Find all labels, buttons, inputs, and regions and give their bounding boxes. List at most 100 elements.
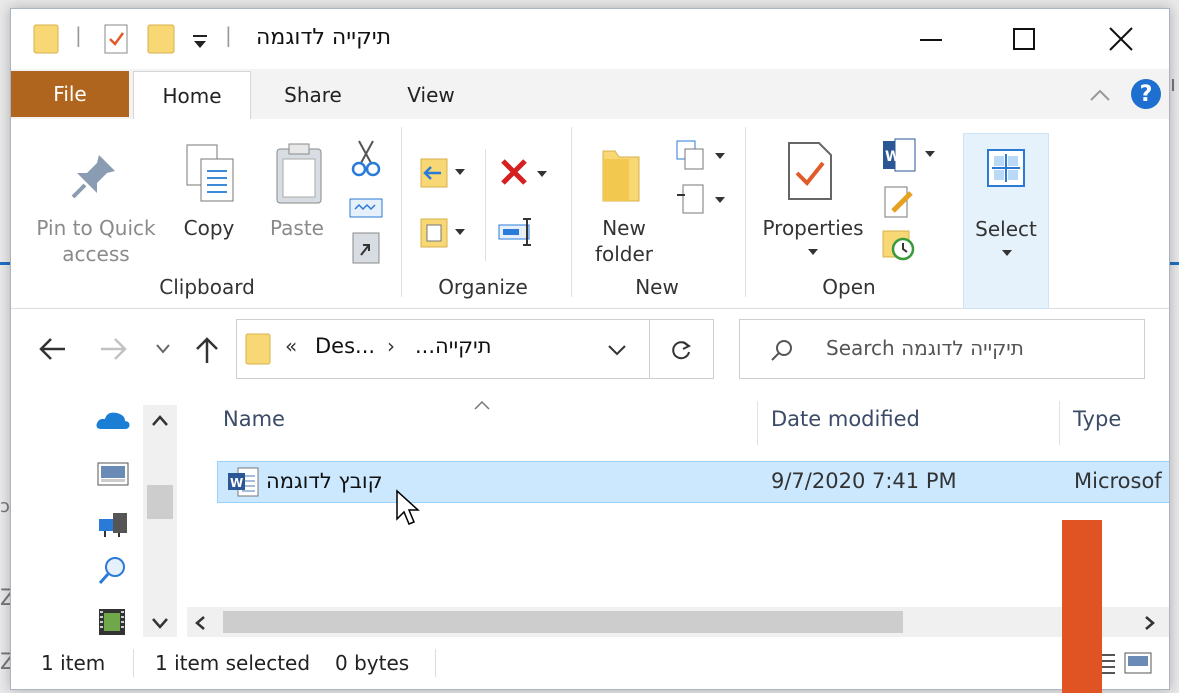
status-selected-size: 0 bytes: [335, 651, 410, 675]
maximize-button[interactable]: [976, 9, 1072, 69]
edit-icon[interactable]: [881, 185, 917, 219]
onedrive-icon[interactable]: [95, 409, 131, 433]
maximize-icon: [1013, 28, 1035, 50]
navigation-bar: « Des... › ...תיקייה Search תיקייה לדוגמ…: [11, 309, 1169, 389]
tab-home[interactable]: Home: [133, 71, 251, 119]
desktop-icon[interactable]: [97, 461, 129, 487]
forward-arrow-icon[interactable]: [99, 337, 129, 361]
copy-icon: [186, 144, 234, 202]
help-icon[interactable]: ?: [1131, 79, 1161, 109]
large-icons-view-icon[interactable]: [1123, 651, 1153, 675]
status-item-count: 1 item: [41, 651, 106, 675]
scroll-right-arrow-icon[interactable]: [1143, 615, 1157, 631]
column-date-modified[interactable]: Date modified: [771, 407, 920, 431]
nav-pane-scrollbar[interactable]: [143, 405, 177, 641]
tab-view[interactable]: View: [381, 71, 481, 119]
copy-button[interactable]: Copy: [171, 215, 247, 241]
properties-dropdown-icon[interactable]: [807, 247, 819, 257]
select-grid-icon: [987, 149, 1025, 187]
close-icon: [1109, 27, 1133, 51]
status-divider: [435, 649, 436, 677]
svg-text:W: W: [230, 476, 243, 490]
address-dropdown-icon[interactable]: [607, 344, 627, 358]
column-divider[interactable]: [757, 401, 758, 445]
horizontal-scrollbar[interactable]: [187, 607, 1169, 637]
ribbon: Pin to Quick access Copy Paste Clipboard…: [11, 119, 1169, 309]
search-folder-icon[interactable]: [97, 555, 129, 587]
breadcrumb-separator[interactable]: ›: [387, 334, 395, 358]
address-bar[interactable]: « Des... › ...תיקייה: [236, 319, 714, 379]
open-group-label: Open: [822, 275, 876, 299]
ribbon-tabs: File Home Share View ?: [11, 69, 1169, 119]
collapse-ribbon-icon[interactable]: [1089, 87, 1111, 103]
pin-label-line2: access: [62, 242, 130, 266]
group-separator: [485, 149, 486, 261]
nav-pane-scroll-thumb[interactable]: [147, 485, 173, 519]
column-divider[interactable]: [1059, 401, 1060, 445]
back-arrow-icon[interactable]: [37, 337, 67, 361]
copy-path-icon[interactable]: [349, 197, 383, 219]
scroll-left-arrow-icon[interactable]: [193, 615, 207, 631]
open-word-icon[interactable]: W: [881, 137, 939, 173]
breadcrumb-desktop[interactable]: Des...: [315, 334, 375, 358]
svg-text:W: W: [885, 149, 900, 165]
search-icon: [771, 340, 792, 361]
videos-icon[interactable]: [97, 607, 127, 637]
new-group-label: New: [635, 275, 679, 299]
file-explorer-window: | | תיקייה לדוגמה File Home Share View ?…: [10, 8, 1170, 690]
delete-icon[interactable]: [499, 157, 551, 189]
move-to-icon[interactable]: [419, 155, 467, 191]
cut-icon[interactable]: [351, 139, 381, 179]
properties-qat-icon[interactable]: [103, 23, 131, 55]
new-folder-button[interactable]: New folder: [581, 215, 667, 267]
up-arrow-icon[interactable]: [195, 335, 219, 365]
search-box[interactable]: Search תיקייה לדוגמה: [739, 319, 1145, 379]
close-button[interactable]: [1073, 9, 1169, 69]
file-row[interactable]: W קובץ לדוגמה 9/7/2020 7:41 PM Microsof: [217, 461, 1169, 503]
select-label: Select: [975, 217, 1037, 241]
folder-icon: [245, 333, 271, 365]
file-date: 9/7/2020 7:41 PM: [771, 469, 957, 493]
recent-locations-icon[interactable]: [155, 343, 171, 355]
network-icon[interactable]: [95, 509, 131, 539]
background-fragment: ו: [1170, 72, 1176, 97]
breadcrumb-folder[interactable]: ...תיקייה: [415, 334, 492, 358]
history-icon[interactable]: [881, 227, 917, 263]
paste-shortcut-icon[interactable]: [351, 229, 381, 265]
clipboard-group-label: Clipboard: [159, 275, 255, 299]
file-name[interactable]: קובץ לדוגמה: [266, 469, 383, 493]
select-button[interactable]: Select: [963, 133, 1049, 309]
scroll-up-arrow-icon[interactable]: [151, 413, 169, 427]
customize-qat-icon[interactable]: [191, 33, 209, 51]
horizontal-scroll-thumb[interactable]: [223, 611, 903, 633]
group-separator: [401, 127, 402, 297]
breadcrumb-overflow[interactable]: «: [285, 334, 297, 358]
new-item-icon[interactable]: [675, 139, 727, 173]
scroll-down-arrow-icon[interactable]: [151, 617, 169, 631]
minimize-button[interactable]: [883, 9, 979, 69]
qat-separator: |: [225, 23, 232, 47]
address-divider: [649, 320, 650, 378]
easy-access-icon[interactable]: [675, 183, 727, 217]
rename-icon[interactable]: [497, 215, 537, 249]
pin-to-quick-access-button[interactable]: Pin to Quick access: [21, 215, 171, 267]
folder-icon: [33, 24, 59, 54]
file-tab[interactable]: File: [11, 71, 129, 117]
copy-to-icon[interactable]: [419, 215, 467, 251]
tab-share[interactable]: Share: [261, 71, 365, 119]
properties-button[interactable]: Properties: [755, 215, 871, 241]
background-fragment: ɔ: [0, 496, 10, 517]
search-placeholder: Search תיקייה לדוגמה: [826, 336, 1024, 360]
status-bar: 1 item 1 item selected 0 bytes: [11, 637, 1169, 689]
column-type[interactable]: Type: [1073, 407, 1121, 431]
paste-button[interactable]: Paste: [261, 215, 333, 241]
new-folder-icon: [602, 150, 640, 202]
group-separator: [571, 127, 572, 297]
paste-icon: [276, 143, 322, 204]
new-folder-qat-icon[interactable]: [147, 23, 175, 55]
column-name[interactable]: Name: [223, 407, 285, 431]
window-title: תיקייה לדוגמה: [256, 25, 392, 50]
group-separator: [745, 127, 746, 297]
refresh-icon[interactable]: [669, 338, 693, 362]
overlay-bar: [1062, 520, 1102, 693]
